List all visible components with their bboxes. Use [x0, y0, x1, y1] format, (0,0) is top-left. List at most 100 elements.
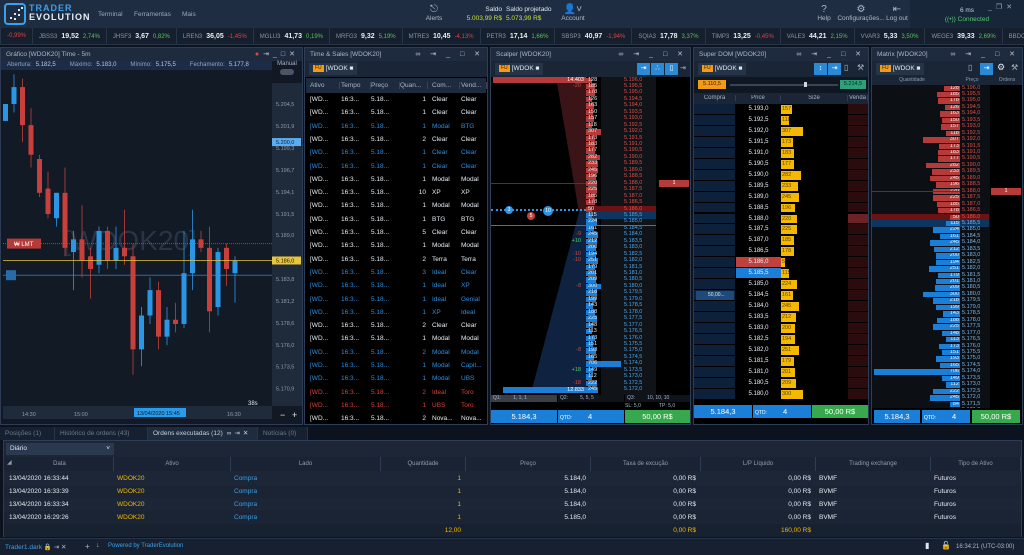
window-controls[interactable]: _❐✕ [988, 3, 1016, 11]
venda-cell[interactable] [848, 136, 868, 147]
ticker-item[interactable]: -0,99% [1, 28, 34, 44]
venda-cell[interactable] [848, 290, 868, 301]
account-button[interactable]: 👤˅ Account [558, 4, 588, 22]
superdom-column-header[interactable]: Size [781, 95, 848, 101]
ticker-item[interactable]: PETR3 17,14 1,66% [481, 28, 556, 44]
tns-column-header[interactable]: Vend... [461, 82, 487, 89]
take-profit[interactable]: TP: 5,0 [659, 403, 691, 409]
tns-row[interactable]: [WD... 16:3... 5.18... 1 Modal Modal [306, 199, 486, 212]
panel-controls[interactable]: ∞ ⇥ _ □ ✕ [415, 48, 484, 61]
compra-cell[interactable] [694, 125, 735, 136]
tns-row[interactable]: [WD... 16:3... 5.18... 5 Clear Clear [306, 226, 486, 239]
compra-cell[interactable] [694, 268, 735, 279]
quantity-input[interactable]: QTD: 4 [922, 410, 970, 423]
settings-button[interactable]: ⚙ Configurações... [836, 4, 886, 22]
column-header[interactable]: Lado [231, 457, 381, 471]
venda-cell[interactable] [848, 355, 868, 366]
range-thumb[interactable] [804, 82, 807, 87]
basket-icon[interactable]: ⚒ [857, 63, 864, 72]
ticker-item[interactable]: SQIA3 17,78 3,37% [632, 28, 706, 44]
center-button[interactable]: ↕ [814, 63, 827, 75]
venda-cell[interactable] [848, 388, 868, 399]
venda-cell[interactable] [848, 312, 868, 322]
superdom-row[interactable]: 5.183,5 212 [694, 312, 868, 323]
compra-cell[interactable] [694, 355, 735, 366]
tab-posições[interactable]: Posições (1) [0, 427, 55, 440]
matrix-ladder[interactable]: 128 5.196,0 185 5.195,5 178 5.195,0 126 5.194,5… [872, 85, 1022, 408]
compra-cell[interactable] [694, 235, 735, 246]
symbol-selector[interactable]: FU [WDOK ■ [495, 63, 544, 75]
compra-cell[interactable] [694, 224, 735, 235]
position-marker[interactable]: 50,00... [696, 291, 734, 301]
superdom-row[interactable]: 5.181,5 179 [694, 355, 868, 367]
ticker-item[interactable]: MTRE3 10,45 -4,13% [403, 28, 481, 44]
compra-cell[interactable] [694, 114, 735, 125]
superdom-row[interactable]: 5.186,050 [694, 257, 868, 268]
column-header[interactable]: Ativo [114, 457, 231, 471]
compra-cell[interactable] [694, 312, 735, 322]
tns-row[interactable]: [WD... 16:3... 5.18... 1 BTG BTG [306, 213, 486, 226]
superdom-column-header[interactable]: Venda [848, 95, 868, 101]
compra-cell[interactable] [694, 257, 735, 268]
tns-column-header[interactable]: Com... [432, 82, 460, 89]
venda-cell[interactable] [848, 377, 868, 388]
matrix-column-header[interactable]: Preço [952, 77, 992, 83]
price-input[interactable]: 5.184,3 [874, 410, 920, 423]
column-header[interactable]: Quantidade [381, 457, 466, 471]
venda-cell[interactable] [848, 301, 868, 312]
compra-cell[interactable] [694, 180, 735, 191]
venda-cell[interactable] [848, 191, 868, 202]
column-header[interactable]: Tipo de Ativo [931, 457, 1021, 471]
close-icon[interactable]: ✕ [61, 544, 66, 551]
superdom-row[interactable]: 5.184,0 245 [694, 301, 868, 312]
venda-cell[interactable] [848, 213, 868, 224]
mouse-icon[interactable]: ▯ [844, 63, 848, 72]
superdom-row[interactable]: 5.187,0 185 [694, 235, 868, 246]
mouse-trading-button[interactable]: ▯ [665, 63, 678, 75]
tns-row[interactable]: [WD... 16:3... 5.18... 1 Clear Clear [306, 146, 486, 159]
ticker-item[interactable]: BBDC422,731,52% [1003, 28, 1024, 44]
compra-cell[interactable] [694, 246, 735, 257]
venda-cell[interactable] [848, 114, 868, 125]
powered-by-link[interactable]: Powered by TraderEvolution [108, 543, 183, 549]
superdom-row[interactable]: 5.180,5 209 [694, 377, 868, 389]
ticker-item[interactable]: SBSP3 40,97 -1,94% [555, 28, 633, 44]
ticker-item[interactable]: JHSF3 3,67 0,82% [107, 28, 177, 44]
superdom-row[interactable]: 5.192,0 307 [694, 125, 868, 137]
scalper-ladder[interactable]: 128 5.196,0 185 5.195,5 178 5.195,0 126 5.194,5… [491, 77, 690, 395]
tns-row[interactable]: [WD... 16:3... 5.18... 1 Modal Modal [306, 173, 486, 186]
restore-icon[interactable]: ❐ [996, 4, 1006, 11]
layout-button[interactable]: ⇥ [637, 63, 650, 75]
ticker-item[interactable]: WEGE3 39,33 2,69% [925, 28, 1003, 44]
ticker-item[interactable]: TIMP3 13,25 -0,45% [706, 28, 781, 44]
superdom-row[interactable]: 5.181,0 201 [694, 366, 868, 378]
superdom-row[interactable]: 5.191,5 173 [694, 136, 868, 148]
superdom-row[interactable]: 5.193,0 157 [694, 104, 868, 115]
close-icon[interactable]: ✕ [1006, 4, 1016, 11]
tns-row[interactable]: [WD... 16:3... 5.18... 2 Terra Terra [306, 253, 486, 266]
compra-cell[interactable] [694, 202, 735, 213]
tns-row[interactable]: [WD... 16:3... 5.18... 3 Ideal Clear [306, 266, 486, 279]
table-row[interactable]: 13/04/2020 16:33:44 WDOK20 Compra 1 5.184,0 0… [4, 472, 1021, 485]
superdom-row[interactable]: 5.185,0 224 [694, 279, 868, 290]
unlock-icon[interactable]: 🔓 [941, 541, 951, 550]
tns-row[interactable]: [WD... 16:3... 5.18... 1 XP Ideal [306, 306, 486, 319]
venda-cell[interactable] [848, 279, 868, 290]
venda-cell[interactable] [848, 268, 868, 279]
superdom-row[interactable]: 5.183,0 200 [694, 323, 868, 334]
superdom-row[interactable]: 5.185,5 115 [694, 268, 868, 279]
column-header[interactable]: Data [6, 457, 114, 471]
compra-cell[interactable] [694, 301, 735, 312]
column-header[interactable]: Preço [466, 457, 591, 471]
basket-icon[interactable]: ⚒ [1011, 63, 1018, 72]
superdom-column-header[interactable]: Price [736, 95, 781, 101]
logout-button[interactable]: ⇤ Log out [886, 4, 908, 22]
layout-button[interactable]: ⇥ [980, 63, 993, 75]
tns-row[interactable]: [WD... 16:3... 5.18... 2 Clear Clear [306, 319, 486, 332]
period-dropdown[interactable]: Diário ˅ [6, 443, 114, 455]
venda-cell[interactable] [848, 235, 868, 246]
venda-cell[interactable] [848, 147, 868, 158]
amount-button[interactable]: 50,00 R$ [812, 405, 868, 418]
tab-link-icon[interactable]: ∞ [227, 430, 232, 437]
tab-close-icon[interactable]: ✕ [243, 430, 248, 437]
